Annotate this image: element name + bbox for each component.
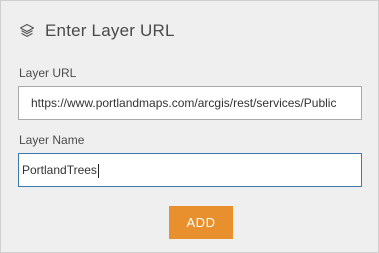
- layer-name-input[interactable]: PortlandTrees: [18, 153, 362, 187]
- layer-name-label: Layer Name: [19, 133, 85, 147]
- dialog-title: Enter Layer URL: [45, 21, 175, 40]
- layer-name-value: PortlandTrees: [22, 163, 97, 177]
- layer-url-label: Layer URL: [19, 66, 77, 80]
- add-button[interactable]: ADD: [169, 206, 233, 239]
- layer-url-input[interactable]: https://www.portlandmaps.com/arcgis/rest…: [18, 86, 362, 120]
- layers-icon: [19, 23, 35, 39]
- layer-url-value: https://www.portlandmaps.com/arcgis/rest…: [31, 96, 337, 110]
- add-layer-panel: Enter Layer URL Layer URL https://www.po…: [0, 0, 379, 253]
- text-caret: [97, 163, 99, 178]
- panel-header: Enter Layer URL: [19, 20, 175, 42]
